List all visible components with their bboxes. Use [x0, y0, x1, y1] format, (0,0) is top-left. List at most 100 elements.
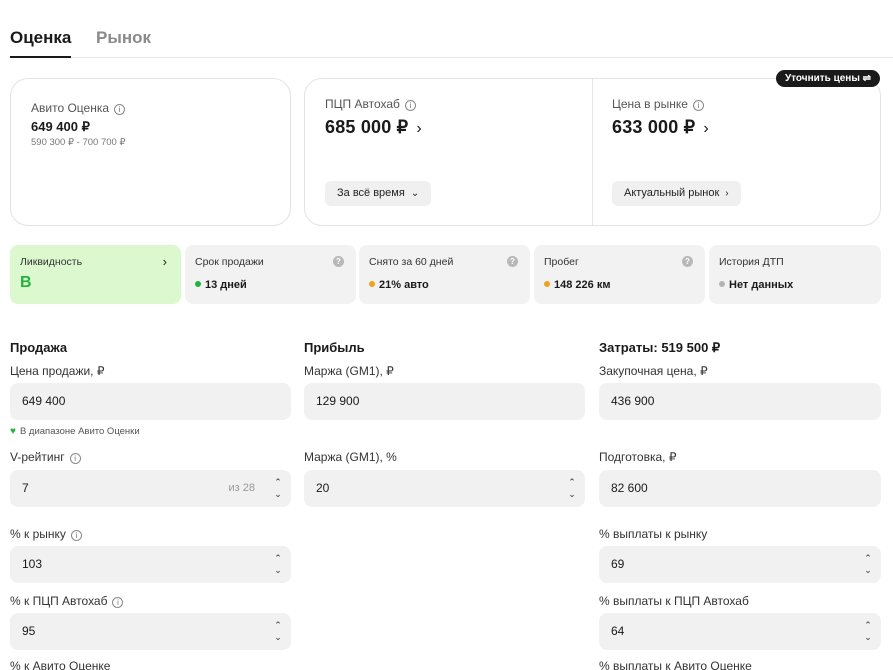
info-icon[interactable]: i [692, 100, 704, 111]
avito-estimate-card: Авито Оценка i 649 400 ₽ 590 300 ₽ - 700 … [10, 78, 291, 226]
metric-liquidity[interactable]: Ликвидность › B [10, 245, 181, 304]
avito-estimate-range: 590 300 ₽ - 700 700 ₽ [31, 137, 126, 148]
stepper-arrows-icon[interactable]: ⌃ ⌄ [273, 619, 283, 644]
info-icon[interactable]: i [70, 530, 82, 541]
market-label: Цена в рынке [612, 97, 688, 111]
margin-rub-value: 129 900 [316, 394, 360, 408]
avito-estimate-price: 649 400 ₽ [31, 119, 90, 134]
info-icon[interactable]: i [69, 453, 81, 464]
pct-pcp-value: 95 [22, 624, 36, 638]
period-dropdown-label: За всё время [337, 187, 405, 199]
pct-market-label-row: % к рынку i [10, 527, 82, 541]
metric-value-text: Нет данных [729, 279, 794, 291]
sale-price-label: Цена продажи, ₽ [10, 364, 105, 378]
pct-market-label: % к рынку [10, 527, 66, 541]
pcp-price-link[interactable]: 685 000 ₽ › [325, 117, 422, 138]
metric-value: 13 дней [195, 279, 247, 291]
info-icon[interactable]: i [404, 100, 416, 111]
vrating-value: 7 [22, 481, 29, 495]
payout-market-value: 69 [611, 557, 625, 571]
range-hint-text: В диапазоне Авито Оценки [19, 426, 140, 437]
status-dot-orange [369, 281, 375, 287]
pct-market-stepper[interactable]: 103 ⌃ ⌄ [10, 546, 291, 583]
tab-market[interactable]: Рынок [96, 28, 151, 48]
margin-pct-stepper[interactable]: 20 ⌃ ⌄ [304, 470, 585, 507]
payout-pcp-value: 64 [611, 624, 625, 638]
payout-market-stepper[interactable]: 69 ⌃ ⌄ [599, 546, 881, 583]
purchase-value: 436 900 [611, 394, 655, 408]
prep-value: 82 600 [611, 481, 648, 495]
vrating-label-row: V-рейтинг i [10, 450, 81, 464]
metric-value: 21% авто [369, 279, 429, 291]
card-divider [592, 79, 593, 225]
stepper-arrows-icon[interactable]: ⌃ ⌄ [567, 476, 577, 501]
vrating-stepper[interactable]: 7 из 28 ⌃ ⌄ [10, 470, 291, 507]
metric-value-text: 148 226 км [554, 279, 611, 291]
stepper-arrows-icon[interactable]: ⌃ ⌄ [863, 552, 873, 577]
pct-pcp-label-row: % к ПЦП Автохаб i [10, 594, 124, 608]
metric-label: Срок продажи [195, 256, 264, 268]
info-icon[interactable]: i [112, 597, 124, 608]
metric-label: Ликвидность [20, 256, 83, 268]
metric-mileage: Пробег ? 148 226 км [534, 245, 705, 304]
actual-market-label: Актуальный рынок [624, 187, 720, 199]
metric-label: Пробег [544, 256, 579, 268]
filter-icon: ⇌ [862, 73, 872, 84]
status-dot-orange [544, 281, 550, 287]
market-price-link[interactable]: 633 000 ₽ › [612, 117, 709, 138]
metric-value-text: 21% авто [379, 279, 429, 291]
tab-evaluation[interactable]: Оценка [10, 28, 72, 58]
liquidity-grade: B [20, 274, 32, 291]
payout-avito-label: % выплаты к Авито Оценке [599, 659, 752, 670]
payout-pcp-stepper[interactable]: 64 ⌃ ⌄ [599, 613, 881, 650]
sale-title: Продажа [10, 340, 68, 355]
pct-avito-label: % к Авито Оценке [10, 659, 111, 670]
period-dropdown[interactable]: За всё время ⌄ [325, 181, 432, 206]
margin-pct-value: 20 [316, 481, 330, 495]
refine-prices-button[interactable]: Уточнить цены ⇌ [776, 70, 880, 87]
pct-market-value: 103 [22, 557, 43, 571]
margin-rub-label: Маржа (GM1), ₽ [304, 364, 394, 378]
payout-market-label: % выплаты к рынку [599, 527, 708, 541]
avito-estimate-label-row: Авито Оценка i [31, 101, 126, 115]
pcp-price: 685 000 ₽ [325, 117, 409, 137]
vrating-label: V-рейтинг [10, 450, 65, 464]
pct-pcp-label: % к ПЦП Автохаб [10, 594, 108, 608]
refine-prices-label: Уточнить цены [784, 73, 860, 84]
range-hint: ♥ В диапазоне Авито Оценки [10, 426, 140, 437]
help-icon[interactable]: ? [333, 256, 344, 267]
avito-estimate-label: Авито Оценка [31, 101, 110, 115]
metric-label: История ДТП [719, 256, 784, 268]
stepper-arrows-icon[interactable]: ⌃ ⌄ [273, 552, 283, 577]
vrating-suffix: из 28 [228, 482, 255, 494]
chevron-right-icon: › [725, 188, 729, 199]
stepper-arrows-icon[interactable]: ⌃ ⌄ [863, 619, 873, 644]
stepper-arrows-icon[interactable]: ⌃ ⌄ [273, 476, 283, 501]
status-dot-green [195, 281, 201, 287]
help-icon[interactable]: ? [507, 256, 518, 267]
sale-price-input[interactable]: 649 400 [10, 383, 291, 420]
info-icon[interactable]: i [114, 104, 126, 115]
metric-sale-term: Срок продажи ? 13 дней [185, 245, 356, 304]
market-price: 633 000 ₽ [612, 117, 696, 137]
costs-title: Затраты: 519 500 ₽ [599, 340, 721, 355]
prep-input[interactable]: 82 600 [599, 470, 881, 507]
prep-label: Подготовка, ₽ [599, 450, 677, 464]
purchase-label: Закупочная цена, ₽ [599, 364, 708, 378]
profit-title: Прибыль [304, 340, 365, 355]
help-icon[interactable]: ? [682, 256, 693, 267]
metric-value: 148 226 км [544, 279, 610, 291]
sale-price-value: 649 400 [22, 394, 66, 408]
margin-rub-input[interactable]: 129 900 [304, 383, 585, 420]
metric-value: Нет данных [719, 279, 793, 291]
chevron-right-icon: › [162, 254, 167, 269]
pcp-label-row: ПЦП Автохаб i [325, 97, 416, 111]
purchase-input[interactable]: 436 900 [599, 383, 881, 420]
metric-label: Снято за 60 дней [369, 256, 454, 268]
heart-icon: ♥ [10, 426, 16, 437]
pct-pcp-stepper[interactable]: 95 ⌃ ⌄ [10, 613, 291, 650]
actual-market-button[interactable]: Актуальный рынок › [612, 181, 741, 206]
tab-bar: Оценка Рынок [10, 24, 893, 58]
margin-pct-label: Маржа (GM1), % [304, 450, 397, 464]
metric-removed-60: Снято за 60 дней ? 21% авто [359, 245, 530, 304]
